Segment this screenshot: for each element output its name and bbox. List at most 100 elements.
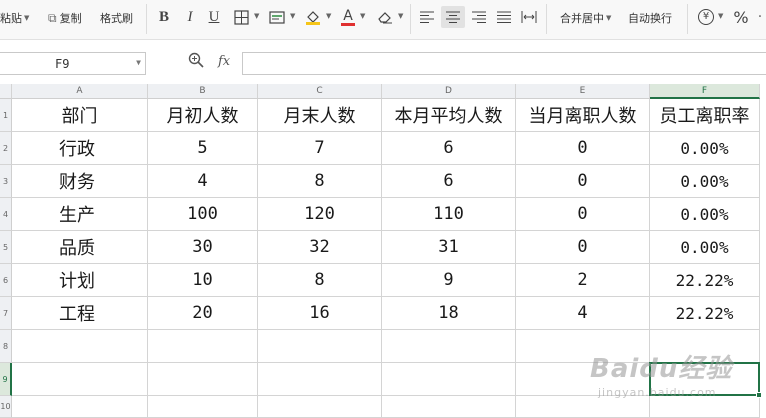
table-cell-b3[interactable]: 4 xyxy=(148,165,258,198)
align-left-button[interactable] xyxy=(416,6,438,28)
column-header-c[interactable]: C xyxy=(258,84,382,99)
header-cell-d1[interactable]: 本月平均人数 xyxy=(382,99,516,132)
table-cell-c9[interactable] xyxy=(258,363,382,396)
column-header-b[interactable]: B xyxy=(148,84,258,99)
zoom-magnifier-icon[interactable] xyxy=(188,52,204,72)
bold-button[interactable]: B xyxy=(154,6,174,28)
table-cell-d9[interactable] xyxy=(382,363,516,396)
distribute-button[interactable] xyxy=(518,6,540,28)
table-cell-e6[interactable]: 2 xyxy=(516,264,650,297)
clear-button[interactable] xyxy=(374,6,396,28)
header-cell-b1[interactable]: 月初人数 xyxy=(148,99,258,132)
column-header-d[interactable]: D xyxy=(382,84,516,99)
table-cell-b7[interactable]: 20 xyxy=(148,297,258,330)
table-cell-a8[interactable] xyxy=(12,330,148,363)
table-cell-f2[interactable]: 0.00% xyxy=(650,132,760,165)
row-header-1[interactable]: 1 xyxy=(0,99,12,132)
table-cell-a4[interactable]: 生产 xyxy=(12,198,148,231)
table-cell-d8[interactable] xyxy=(382,330,516,363)
header-cell-a1[interactable]: 部门 xyxy=(12,99,148,132)
justify-button[interactable] xyxy=(493,6,515,28)
table-cell-c2[interactable]: 7 xyxy=(258,132,382,165)
table-cell-d5[interactable]: 31 xyxy=(382,231,516,264)
insert-function-button[interactable]: fx xyxy=(218,54,230,69)
table-cell-f10[interactable] xyxy=(650,396,760,418)
table-cell-b6[interactable]: 10 xyxy=(148,264,258,297)
row-header-8[interactable]: 8 xyxy=(0,330,12,363)
align-center-button[interactable] xyxy=(441,6,465,28)
table-cell-e10[interactable] xyxy=(516,396,650,418)
table-cell-a9[interactable] xyxy=(12,363,148,396)
table-cell-e8[interactable] xyxy=(516,330,650,363)
row-header-2[interactable]: 2 xyxy=(0,132,12,165)
row-header-6[interactable]: 6 xyxy=(0,264,12,297)
fill-pattern-dropdown-icon[interactable]: ▼ xyxy=(290,12,295,20)
fill-handle[interactable] xyxy=(756,392,762,398)
column-header-f[interactable]: F xyxy=(650,84,760,99)
table-cell-b8[interactable] xyxy=(148,330,258,363)
table-cell-f7[interactable]: 22.22% xyxy=(650,297,760,330)
table-cell-a6[interactable]: 计划 xyxy=(12,264,148,297)
table-cell-d7[interactable]: 18 xyxy=(382,297,516,330)
header-cell-f1[interactable]: 员工离职率 xyxy=(650,99,760,132)
table-cell-a7[interactable]: 工程 xyxy=(12,297,148,330)
table-cell-f6[interactable]: 22.22% xyxy=(650,264,760,297)
table-cell-e9[interactable] xyxy=(516,363,650,396)
select-all-corner[interactable] xyxy=(0,84,12,99)
format-painter-button[interactable]: 格式刷 xyxy=(100,0,133,36)
font-color-dropdown-icon[interactable]: ▼ xyxy=(360,12,365,20)
table-cell-b9[interactable] xyxy=(148,363,258,396)
table-cell-d10[interactable] xyxy=(382,396,516,418)
table-cell-a10[interactable] xyxy=(12,396,148,418)
table-cell-c7[interactable]: 16 xyxy=(258,297,382,330)
table-cell-f3[interactable]: 0.00% xyxy=(650,165,760,198)
row-header-7[interactable]: 7 xyxy=(0,297,12,330)
row-header-3[interactable]: 3 xyxy=(0,165,12,198)
percent-button[interactable]: % xyxy=(730,6,752,28)
fill-color-button[interactable] xyxy=(302,6,324,28)
borders-dropdown-icon[interactable]: ▼ xyxy=(254,12,259,20)
column-header-e[interactable]: E xyxy=(516,84,650,99)
table-cell-b10[interactable] xyxy=(148,396,258,418)
font-color-button[interactable]: A xyxy=(338,6,358,28)
table-cell-e2[interactable]: 0 xyxy=(516,132,650,165)
table-cell-a2[interactable]: 行政 xyxy=(12,132,148,165)
table-cell-f9[interactable] xyxy=(650,363,760,396)
table-cell-e5[interactable]: 0 xyxy=(516,231,650,264)
paste-button[interactable]: 粘贴 ▼ xyxy=(0,0,29,36)
table-cell-e3[interactable]: 0 xyxy=(516,165,650,198)
table-cell-d2[interactable]: 6 xyxy=(382,132,516,165)
copy-button[interactable]: ⧉ 复制 xyxy=(48,0,82,36)
table-cell-a5[interactable]: 品质 xyxy=(12,231,148,264)
align-right-button[interactable] xyxy=(468,6,490,28)
row-header-4[interactable]: 4 xyxy=(0,198,12,231)
fill-color-dropdown-icon[interactable]: ▼ xyxy=(326,12,331,20)
row-header-10[interactable]: 10 xyxy=(0,396,12,418)
wrap-text-button[interactable]: 自动换行 xyxy=(628,0,672,36)
row-header-9[interactable]: 9 xyxy=(0,363,12,396)
table-cell-b5[interactable]: 30 xyxy=(148,231,258,264)
header-cell-e1[interactable]: 当月离职人数 xyxy=(516,99,650,132)
table-cell-a3[interactable]: 财务 xyxy=(12,165,148,198)
formula-input[interactable] xyxy=(242,52,766,75)
name-box[interactable]: F9 ▼ xyxy=(0,52,146,75)
underline-button[interactable]: U xyxy=(204,6,224,28)
table-cell-c10[interactable] xyxy=(258,396,382,418)
table-cell-d6[interactable]: 9 xyxy=(382,264,516,297)
currency-dropdown-icon[interactable]: ▼ xyxy=(718,12,723,20)
clear-dropdown-icon[interactable]: ▼ xyxy=(398,12,403,20)
italic-button[interactable]: I xyxy=(180,6,200,28)
table-cell-d4[interactable]: 110 xyxy=(382,198,516,231)
currency-button[interactable]: ¥ xyxy=(696,6,716,28)
table-cell-e7[interactable]: 4 xyxy=(516,297,650,330)
table-cell-d3[interactable]: 6 xyxy=(382,165,516,198)
table-cell-f4[interactable]: 0.00% xyxy=(650,198,760,231)
table-cell-c4[interactable]: 120 xyxy=(258,198,382,231)
table-cell-c3[interactable]: 8 xyxy=(258,165,382,198)
header-cell-c1[interactable]: 月末人数 xyxy=(258,99,382,132)
table-cell-b2[interactable]: 5 xyxy=(148,132,258,165)
row-header-5[interactable]: 5 xyxy=(0,231,12,264)
table-cell-c6[interactable]: 8 xyxy=(258,264,382,297)
table-cell-e4[interactable]: 0 xyxy=(516,198,650,231)
borders-button[interactable] xyxy=(230,6,252,28)
